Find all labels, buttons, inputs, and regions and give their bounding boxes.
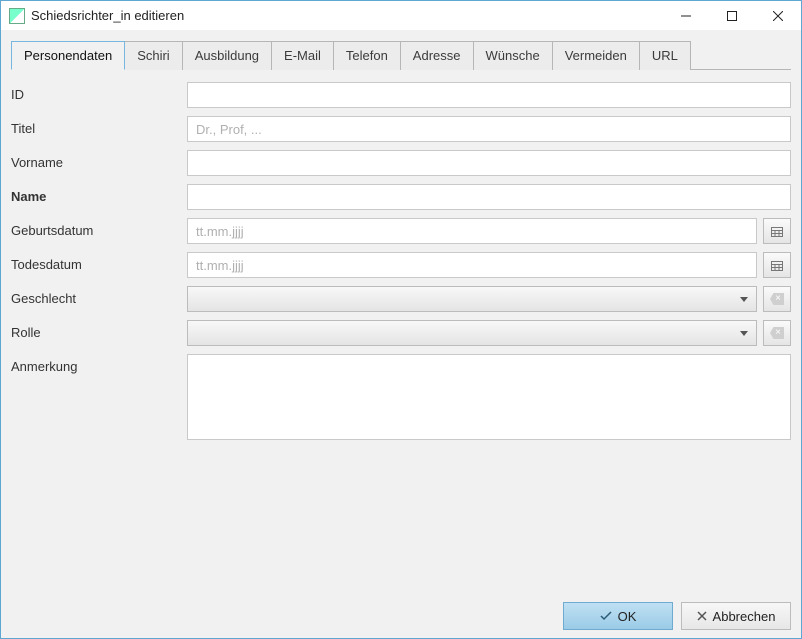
tab-url[interactable]: URL xyxy=(639,41,691,70)
geschlecht-clear-button[interactable] xyxy=(763,286,791,312)
label-id: ID xyxy=(11,82,181,102)
close-icon xyxy=(773,11,783,21)
vorname-field[interactable] xyxy=(187,150,791,176)
chevron-down-icon xyxy=(740,331,748,336)
tab-bar: Personendaten Schiri Ausbildung E-Mail T… xyxy=(11,40,791,70)
app-icon xyxy=(9,8,25,24)
minimize-icon xyxy=(681,11,691,21)
tab-schiri[interactable]: Schiri xyxy=(124,41,183,70)
title-bar: Schiedsrichter_in editieren xyxy=(1,1,801,31)
name-field[interactable] xyxy=(187,184,791,210)
geschlecht-select[interactable] xyxy=(187,286,757,312)
window-close-button[interactable] xyxy=(755,1,801,31)
id-field[interactable] xyxy=(187,82,791,108)
dialog-button-bar: OK Abbrechen xyxy=(11,594,791,630)
x-icon xyxy=(697,611,707,621)
tab-wuensche[interactable]: Wünsche xyxy=(473,41,553,70)
tab-ausbildung[interactable]: Ausbildung xyxy=(182,41,272,70)
check-icon xyxy=(600,611,612,621)
label-vorname: Vorname xyxy=(11,150,181,170)
window-maximize-button[interactable] xyxy=(709,1,755,31)
geburtsdatum-datepicker-button[interactable] xyxy=(763,218,791,244)
label-geburtsdatum: Geburtsdatum xyxy=(11,218,181,238)
label-titel: Titel xyxy=(11,116,181,136)
maximize-icon xyxy=(727,11,737,21)
tab-adresse[interactable]: Adresse xyxy=(400,41,474,70)
rolle-clear-button[interactable] xyxy=(763,320,791,346)
label-name: Name xyxy=(11,184,181,204)
tab-email[interactable]: E-Mail xyxy=(271,41,334,70)
ok-button-label: OK xyxy=(618,609,637,624)
geburtsdatum-field[interactable] xyxy=(187,218,757,244)
rolle-select[interactable] xyxy=(187,320,757,346)
label-geschlecht: Geschlecht xyxy=(11,286,181,306)
anmerkung-field[interactable] xyxy=(187,354,791,440)
client-area: Personendaten Schiri Ausbildung E-Mail T… xyxy=(1,30,801,638)
tab-vermeiden[interactable]: Vermeiden xyxy=(552,41,640,70)
ok-button[interactable]: OK xyxy=(563,602,673,630)
tab-telefon[interactable]: Telefon xyxy=(333,41,401,70)
calendar-icon xyxy=(771,225,783,237)
tab-personendaten[interactable]: Personendaten xyxy=(11,41,125,70)
cancel-button[interactable]: Abbrechen xyxy=(681,602,791,630)
label-rolle: Rolle xyxy=(11,320,181,340)
clear-icon xyxy=(770,327,784,339)
calendar-icon xyxy=(771,259,783,271)
window-minimize-button[interactable] xyxy=(663,1,709,31)
chevron-down-icon xyxy=(740,297,748,302)
todesdatum-datepicker-button[interactable] xyxy=(763,252,791,278)
label-todesdatum: Todesdatum xyxy=(11,252,181,272)
clear-icon xyxy=(770,293,784,305)
window-title: Schiedsrichter_in editieren xyxy=(31,8,192,23)
label-anmerkung: Anmerkung xyxy=(11,354,181,374)
todesdatum-field[interactable] xyxy=(187,252,757,278)
form: ID Titel Vorname Name Geburtsdatum Todes… xyxy=(11,70,791,440)
cancel-button-label: Abbrechen xyxy=(713,609,776,624)
titel-field[interactable] xyxy=(187,116,791,142)
